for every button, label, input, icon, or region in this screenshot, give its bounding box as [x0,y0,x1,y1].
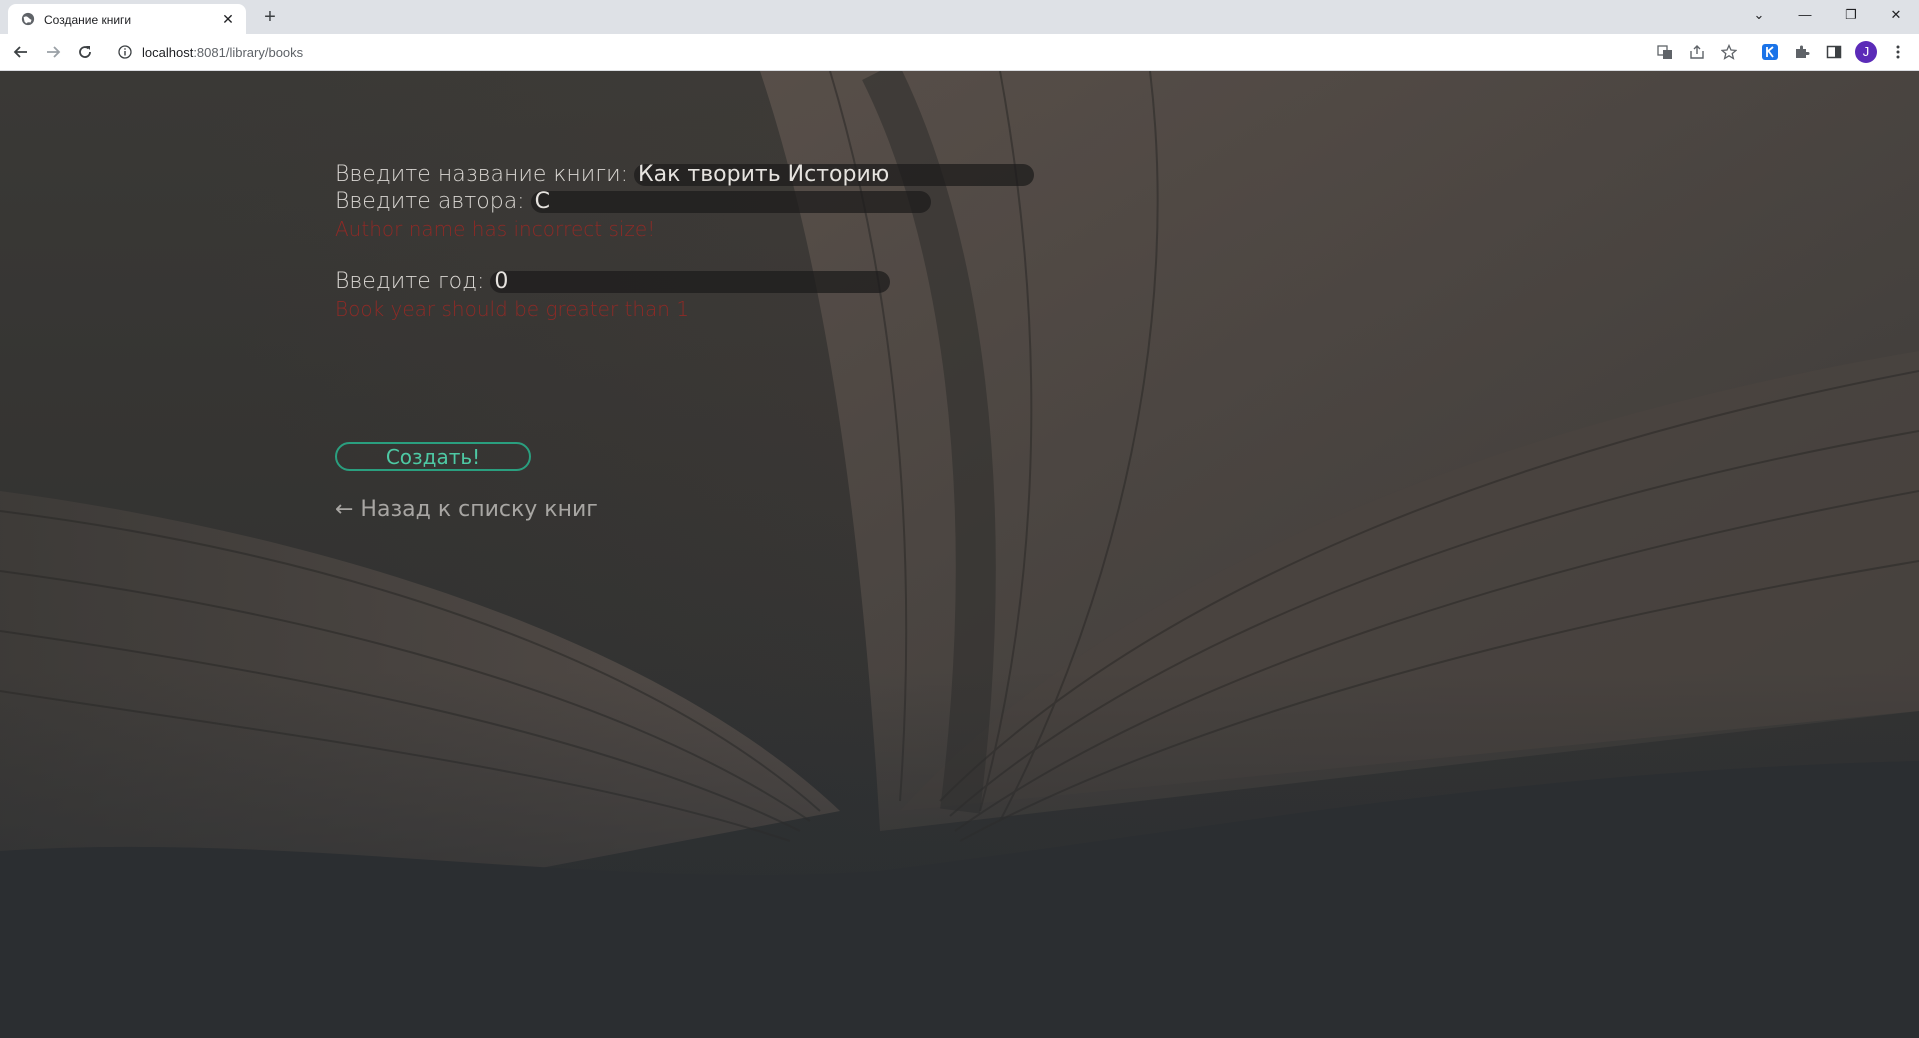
year-input[interactable] [490,270,891,293]
back-to-books-link[interactable]: ← Назад к списку книг [335,497,598,522]
extension-k-icon[interactable] [1760,42,1780,62]
globe-icon [21,12,35,26]
kebab-menu-icon[interactable] [1888,42,1908,62]
translate-glyph [1657,45,1672,59]
url-host: localhost [142,45,194,60]
info-icon[interactable] [118,45,132,59]
page-content: Введите название книги: Введите автора: … [0,71,1919,1038]
tab-search-chevron-icon[interactable]: ⌄ [1736,0,1782,30]
bookmark-star-icon[interactable] [1719,42,1739,62]
author-input[interactable] [530,190,931,213]
minimize-button[interactable]: — [1782,0,1828,30]
url-text[interactable]: localhost:8081/library/books [142,45,303,60]
browser-window: Создание книги ✕ + ⌄ — ❐ ✕ localhost:808… [0,0,1919,1038]
profile-avatar[interactable]: J [1855,41,1877,63]
create-book-form: Введите название книги: Введите автора: … [335,161,1035,323]
tab-strip: Создание книги ✕ + ⌄ — ❐ ✕ [0,0,1919,34]
tab-active[interactable]: Создание книги ✕ [8,4,246,34]
create-button[interactable]: Создать! [335,442,531,471]
star-glyph [1721,44,1737,60]
title-input[interactable] [634,163,1035,186]
year-row: Введите год: [335,268,1034,295]
year-label: Введите год: [335,269,485,294]
extensions-puzzle-icon[interactable] [1792,42,1812,62]
year-error-message: Book year should be greater than 1 [335,297,690,321]
title-label: Введите название книги: [335,162,629,187]
back-button[interactable] [7,38,35,66]
arrow-right-icon [47,46,61,58]
browser-toolbar: localhost:8081/library/books [0,34,1919,71]
reload-button[interactable] [71,38,99,66]
side-panel-glyph [1826,45,1842,59]
share-icon[interactable] [1687,42,1707,62]
puzzle-glyph [1796,45,1810,58]
dots-glyph [1896,45,1900,59]
side-panel-icon[interactable] [1824,42,1844,62]
tab-title: Создание книги [44,13,132,27]
share-glyph [1690,45,1704,59]
close-window-button[interactable]: ✕ [1873,0,1919,30]
close-tab-icon[interactable]: ✕ [220,11,236,27]
forward-button[interactable] [39,38,67,66]
author-error-message: Author name has incorrect size! [335,217,656,241]
author-row: Введите автора: [335,188,1034,215]
url-path: :8081/library/books [193,45,304,60]
title-row: Введите название книги: [335,161,1035,188]
k-logo-glyph [1762,44,1778,60]
new-tab-button[interactable]: + [258,6,282,30]
author-label: Введите автора: [335,189,525,214]
restore-button[interactable]: ❐ [1828,0,1874,30]
address-bar[interactable]: localhost:8081/library/books [108,38,1708,66]
translate-icon[interactable] [1655,42,1675,62]
reload-icon [79,46,91,58]
arrow-left-icon [13,46,27,58]
